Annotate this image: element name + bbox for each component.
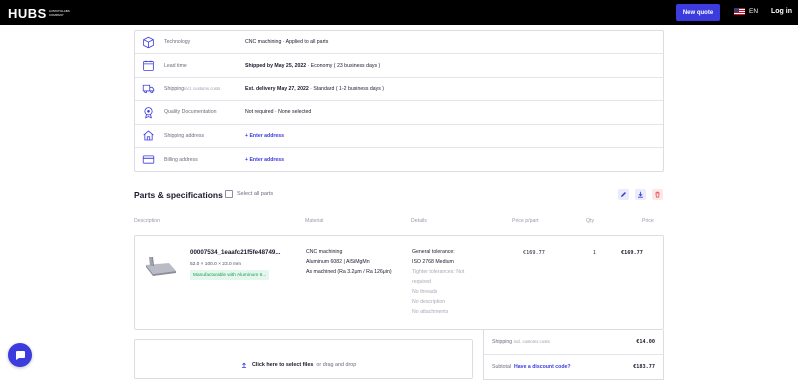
clock-icon xyxy=(141,59,155,73)
shipping-summary-text: Shipping xyxy=(492,339,513,345)
file-upload-dropzone[interactable]: Click here to select files or drag and d… xyxy=(134,339,473,379)
manufacturability-badge: Manufacturable with Aluminum 6... xyxy=(190,270,270,280)
trash-icon xyxy=(655,191,660,198)
shipping-option: · Standard ( 1-2 business days ) xyxy=(308,85,384,92)
badge-icon xyxy=(141,105,155,119)
material-technology: CNC machining xyxy=(306,249,343,255)
top-navigation-bar: HUBS A PROTOLABS COMPANY New quote EN Lo… xyxy=(0,0,798,25)
login-link[interactable]: Log in xyxy=(771,8,792,15)
row-technology[interactable]: Technology CNC machining · Applied to al… xyxy=(135,31,663,55)
parts-section-title: Parts & specifications xyxy=(134,190,223,200)
logo-text: HUBS xyxy=(8,6,47,21)
lead-time-date: Shipped by May 25, 2022 xyxy=(245,62,307,69)
select-files-link[interactable]: Click here to select files xyxy=(252,362,313,368)
line-price: €169.77 xyxy=(621,250,643,256)
shipping-summary-note: incl. customs costs xyxy=(513,339,550,344)
hubs-logo[interactable]: HUBS A PROTOLABS COMPANY xyxy=(8,6,73,21)
column-header-price: Price xyxy=(642,218,654,224)
subtotal-text: Subtotal xyxy=(492,364,512,370)
quantity-value[interactable]: 1 xyxy=(593,250,596,256)
row-shipping[interactable]: Shippingincl. customs costs Est. deliver… xyxy=(135,78,663,102)
chat-icon xyxy=(16,351,25,360)
logo-subtitle: A PROTOLABS COMPANY xyxy=(48,9,70,17)
edit-button[interactable] xyxy=(618,189,629,200)
enter-billing-address-link[interactable]: + Enter address xyxy=(245,157,284,163)
row-quality-documentation[interactable]: Quality Documentation Not required · Non… xyxy=(135,101,663,125)
lead-time-value: Shipped by May 25, 2022 · Economy ( 23 b… xyxy=(245,63,380,69)
column-header-price-per-part: Price p/part xyxy=(512,218,539,224)
enter-shipping-address-link[interactable]: + Enter address xyxy=(245,133,284,139)
delete-button[interactable] xyxy=(652,189,663,200)
home-icon xyxy=(141,129,155,143)
row-lead-time[interactable]: Lead time Shipped by May 25, 2022 · Econ… xyxy=(135,54,663,78)
language-label: EN xyxy=(749,8,759,15)
subtotal-label: Subtotal Have a discount code? xyxy=(492,364,571,370)
billing-address-label: Billing address xyxy=(164,156,198,163)
material-name: Aluminum 6082 | AlSiMgMn xyxy=(306,259,370,265)
us-flag-icon xyxy=(734,8,745,15)
select-all-parts[interactable]: Select all parts xyxy=(225,190,273,198)
part-file-name[interactable]: 00007534_1eaafc21f5fe48749... xyxy=(190,249,281,256)
shipping-value: Est. delivery May 27, 2022 · Standard ( … xyxy=(245,86,384,92)
order-settings-panel: Technology CNC machining · Applied to al… xyxy=(134,30,664,172)
detail-description: No description xyxy=(412,299,446,305)
upload-prompt[interactable]: Click here to select files or drag and d… xyxy=(241,362,356,368)
lead-time-option: · Economy ( 23 business days ) xyxy=(306,62,381,69)
shipping-label-text: Shipping xyxy=(164,85,185,92)
download-icon xyxy=(638,191,643,198)
price-per-part: €169.77 xyxy=(523,250,545,256)
new-quote-button[interactable]: New quote xyxy=(676,4,720,21)
part-dimensions: 52.0 × 100.0 × 23.0 mm xyxy=(190,262,241,267)
shipping-summary-label: Shipping incl. customs costs xyxy=(492,339,550,345)
column-header-description: Description xyxy=(134,218,160,224)
technology-label: Technology xyxy=(164,39,191,46)
cube-icon xyxy=(141,35,155,49)
detail-tolerance-label: General tolerance: xyxy=(412,249,455,255)
detail-attachments: No attachments xyxy=(412,309,449,315)
shipping-label: Shippingincl. customs costs xyxy=(164,86,220,92)
detail-tolerance-value: ISO 2768 Medium xyxy=(412,259,454,265)
material-finish: As machined (Ra 3.2μm / Ra 126μin) xyxy=(306,269,392,275)
technology-value: CNC machining · Applied to all parts xyxy=(245,39,329,46)
drag-drop-text: or drag and drop xyxy=(316,362,357,368)
download-button[interactable] xyxy=(635,189,646,200)
part-row[interactable]: 00007534_1eaafc21f5fe48749... 52.0 × 100… xyxy=(134,235,664,330)
quality-label: Quality Documentation xyxy=(164,109,217,116)
summary-subtotal-row: Subtotal Have a discount code? €183.77 xyxy=(484,354,663,378)
shipping-label-note: incl. customs costs xyxy=(184,85,221,91)
price-summary: Shipping incl. customs costs €14.00 Subt… xyxy=(483,330,664,380)
detail-threads: No threads xyxy=(412,289,438,295)
subtotal-value: €183.77 xyxy=(633,364,655,370)
part-thumbnail[interactable] xyxy=(143,251,179,277)
detail-tighter-tolerances: Tighter tolerances: Not xyxy=(412,269,465,275)
select-all-label: Select all parts xyxy=(237,191,274,197)
pencil-icon xyxy=(621,192,626,197)
card-icon xyxy=(141,153,155,167)
delivery-date: Est. delivery May 27, 2022 xyxy=(245,85,309,92)
shipping-address-label: Shipping address xyxy=(164,132,205,139)
discount-code-link[interactable]: Have a discount code? xyxy=(514,364,571,370)
upload-icon xyxy=(241,362,247,368)
summary-shipping-row: Shipping incl. customs costs €14.00 xyxy=(484,330,663,354)
chat-button[interactable] xyxy=(8,343,32,367)
column-header-details: Details xyxy=(411,218,427,224)
column-header-qty: Qty xyxy=(586,218,595,224)
lead-time-label: Lead time xyxy=(164,62,187,69)
language-selector[interactable]: EN xyxy=(734,8,758,15)
select-all-checkbox[interactable] xyxy=(225,190,233,198)
row-billing-address[interactable]: Billing address + Enter address xyxy=(135,148,663,171)
detail-tighter-tolerances-value: required xyxy=(412,279,432,285)
truck-icon xyxy=(141,82,155,96)
shipping-cost: €14.00 xyxy=(636,339,655,345)
column-header-material: Material xyxy=(305,218,324,224)
row-shipping-address[interactable]: Shipping address + Enter address xyxy=(135,125,663,148)
quality-value: Not required · None selected xyxy=(245,109,312,116)
